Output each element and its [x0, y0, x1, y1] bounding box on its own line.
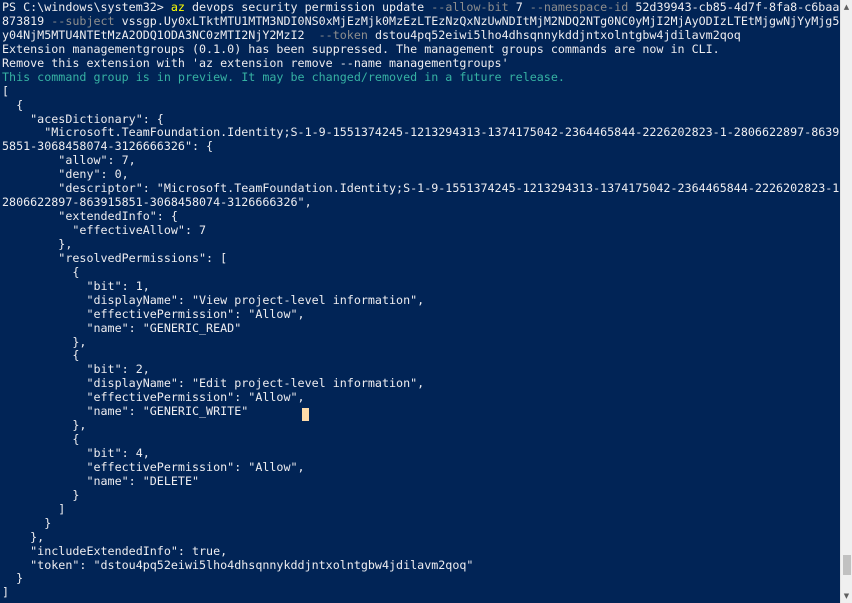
json-output-line: "effectivePermission": "Allow",: [2, 460, 305, 474]
allow-bit-parameter: --allow-bit: [431, 1, 509, 14]
json-output-line: },: [2, 419, 87, 433]
json-output-line: "extendedInfo": {: [2, 210, 178, 224]
json-output-line: },: [2, 335, 87, 349]
json-output-line: 2806622897-863915851-3068458074-31266663…: [2, 196, 312, 210]
json-output-line: "bit": 2,: [2, 363, 150, 377]
text-cursor: [302, 408, 309, 421]
terminal-output: PS C:\windows\system32> az devops securi…: [2, 1, 840, 600]
scroll-down-arrow-icon[interactable]: ▼: [841, 589, 852, 603]
json-output-line: ]: [2, 502, 66, 516]
command-subcommand: devops security permission update: [184, 1, 432, 14]
json-output-line: }: [2, 516, 52, 530]
command-line: PS C:\windows\system32> az devops securi…: [2, 1, 840, 15]
subject-value: vssgp.Uy0xLTktMTU1MTM3NDI0NS0xMjEzMjk0Mz…: [114, 14, 840, 28]
json-output-line: {: [2, 265, 80, 279]
json-output-line: "name": "GENERIC_WRITE": [2, 405, 249, 419]
json-output-line: "allow": 7,: [2, 154, 136, 168]
json-output-line: "token": "dstou4pq52eiwi5lho4dhsqnnykddj…: [2, 558, 474, 572]
subject-parameter: --subject: [51, 14, 115, 28]
json-output-line: {: [2, 433, 80, 447]
json-output-line: "name": "DELETE": [2, 474, 200, 488]
json-output: [ { "acesDictionary": { "Microsoft.TeamF…: [2, 85, 840, 601]
json-output-line: "effectivePermission": "Allow",: [2, 307, 305, 321]
json-output-line: 5851-3068458074-3126666326": {: [2, 140, 214, 154]
vertical-scrollbar[interactable]: ▲ ▼: [840, 0, 852, 603]
json-output-line: "name": "GENERIC_READ": [2, 321, 242, 335]
json-output-line: },: [2, 530, 45, 544]
command-line-wrap-2: y04NjM5MTU4NTEtMzA2ODQ1ODA3NC0zMTI2NjY2M…: [2, 29, 840, 43]
preview-warning-message: This command group is in preview. It may…: [2, 70, 565, 84]
json-output-line: "acesDictionary": {: [2, 112, 164, 126]
json-output-line: "includeExtendedInfo": true,: [2, 544, 228, 558]
json-output-line: [: [2, 84, 10, 98]
remove-extension-message: Remove this extension with 'az extension…: [2, 56, 509, 70]
subject-value-wrap: y04NjM5MTU4NTEtMzA2ODQ1ODA3NC0zMTI2NjY2M…: [2, 28, 312, 42]
namespace-id-value: 52d39943-cb85-4d7f-8fa8-c6baac: [628, 1, 840, 14]
json-output-line: "effectivePermission": "Allow",: [2, 391, 305, 405]
json-output-line: "bit": 4,: [2, 447, 150, 460]
powershell-terminal-window[interactable]: PS C:\windows\system32> az devops securi…: [0, 0, 852, 603]
scroll-up-arrow-icon[interactable]: ▲: [841, 0, 852, 14]
command-line-wrap: 873819 --subject vssgp.Uy0xLTktMTU1MTM3N…: [2, 15, 840, 29]
token-value: dstou4pq52eiwi5lho4dhsqnnykddjntxolntgbw…: [367, 28, 741, 42]
json-output-line: {: [2, 98, 24, 112]
command-name: az: [170, 1, 185, 14]
json-output-line: }: [2, 488, 80, 502]
json-output-line: "deny": 0,: [2, 168, 129, 182]
allow-bit-value: 7: [508, 1, 530, 14]
json-output-line: "displayName": "Edit project-level infor…: [2, 377, 425, 391]
namespace-id-value-wrap: 873819: [2, 14, 52, 28]
suppressed-extension-message: Extension managementgroups (0.1.0) has b…: [2, 42, 720, 56]
prompt-text: PS C:\windows\system32>: [2, 1, 171, 14]
namespace-id-parameter: --namespace-id: [529, 1, 629, 14]
json-output-line: "resolvedPermissions": [: [2, 251, 228, 265]
json-output-line: },: [2, 237, 73, 251]
json-output-line: "descriptor": "Microsoft.TeamFoundation.…: [2, 182, 840, 196]
json-output-line: "bit": 1,: [2, 279, 150, 293]
json-output-line: "effectiveAllow": 7: [2, 224, 207, 237]
json-output-line: "displayName": "View project-level infor…: [2, 293, 425, 307]
json-output-line: {: [2, 349, 80, 363]
json-output-line: ]: [2, 586, 10, 600]
json-output-line: }: [2, 572, 24, 586]
token-parameter: --token: [311, 28, 368, 42]
json-output-line: "Microsoft.TeamFoundation.Identity;S-1-9…: [2, 126, 840, 140]
scrollbar-thumb[interactable]: [843, 555, 851, 575]
